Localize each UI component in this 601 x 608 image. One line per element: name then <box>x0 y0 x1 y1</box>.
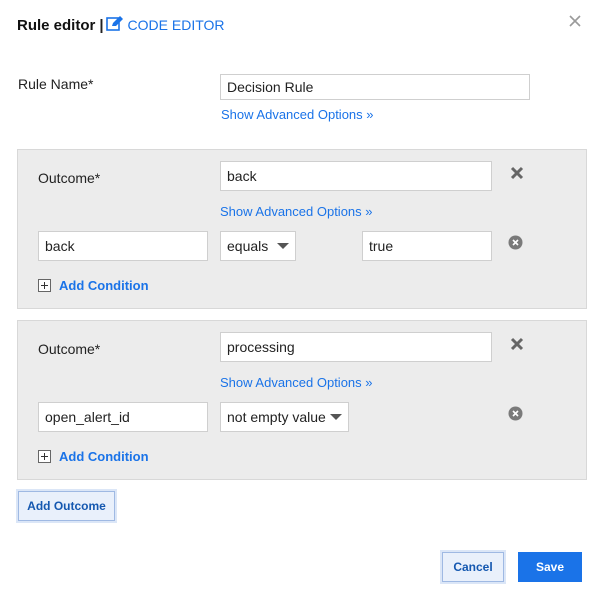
edit-icon <box>105 15 128 35</box>
outcome-1-add-condition-button[interactable]: Add Condition <box>38 278 149 293</box>
operator-value: not empty value <box>227 409 326 425</box>
code-editor-link[interactable]: CODE EDITOR <box>105 15 225 35</box>
outcome-1-operator-select[interactable]: equals <box>220 231 296 261</box>
code-editor-label: CODE EDITOR <box>127 17 225 33</box>
outcome-2-condition-field[interactable] <box>38 402 208 432</box>
remove-condition-2-icon[interactable] <box>508 406 523 424</box>
outcome-1-input[interactable] <box>220 161 492 191</box>
plus-icon <box>38 279 51 292</box>
add-condition-label: Add Condition <box>59 278 149 293</box>
rule-name-input[interactable] <box>220 74 530 100</box>
close-icon[interactable] <box>568 14 586 32</box>
outcome-1-advanced-options-link[interactable]: Show Advanced Options » <box>220 204 373 219</box>
dialog-title: Rule editor <box>17 16 96 34</box>
cancel-button[interactable]: Cancel <box>442 552 504 582</box>
remove-condition-1-icon[interactable] <box>508 235 523 253</box>
outcome-1-condition-value[interactable] <box>362 231 492 261</box>
outcome-2-add-condition-button[interactable]: Add Condition <box>38 449 149 464</box>
rule-name-label: Rule Name* <box>18 76 94 92</box>
outcome-2-operator-select[interactable]: not empty value <box>220 402 349 432</box>
rule-advanced-options-link[interactable]: Show Advanced Options » <box>221 107 374 122</box>
dialog-header: Rule editor | CODE EDITOR <box>17 14 225 36</box>
outcome-2-label: Outcome* <box>38 341 101 357</box>
title-separator: | <box>99 16 104 34</box>
remove-outcome-2-icon[interactable] <box>510 337 524 354</box>
add-condition-label: Add Condition <box>59 449 149 464</box>
chevron-down-icon <box>277 243 289 249</box>
outcome-1-label: Outcome* <box>38 170 101 186</box>
save-button[interactable]: Save <box>518 552 582 582</box>
outcome-2-input[interactable] <box>220 332 492 362</box>
operator-value: equals <box>227 238 269 254</box>
remove-outcome-1-icon[interactable] <box>510 166 524 183</box>
chevron-down-icon <box>330 414 342 420</box>
plus-icon <box>38 450 51 463</box>
add-outcome-button[interactable]: Add Outcome <box>18 491 115 521</box>
outcome-2-advanced-options-link[interactable]: Show Advanced Options » <box>220 375 373 390</box>
outcome-1-condition-field[interactable] <box>38 231 208 261</box>
